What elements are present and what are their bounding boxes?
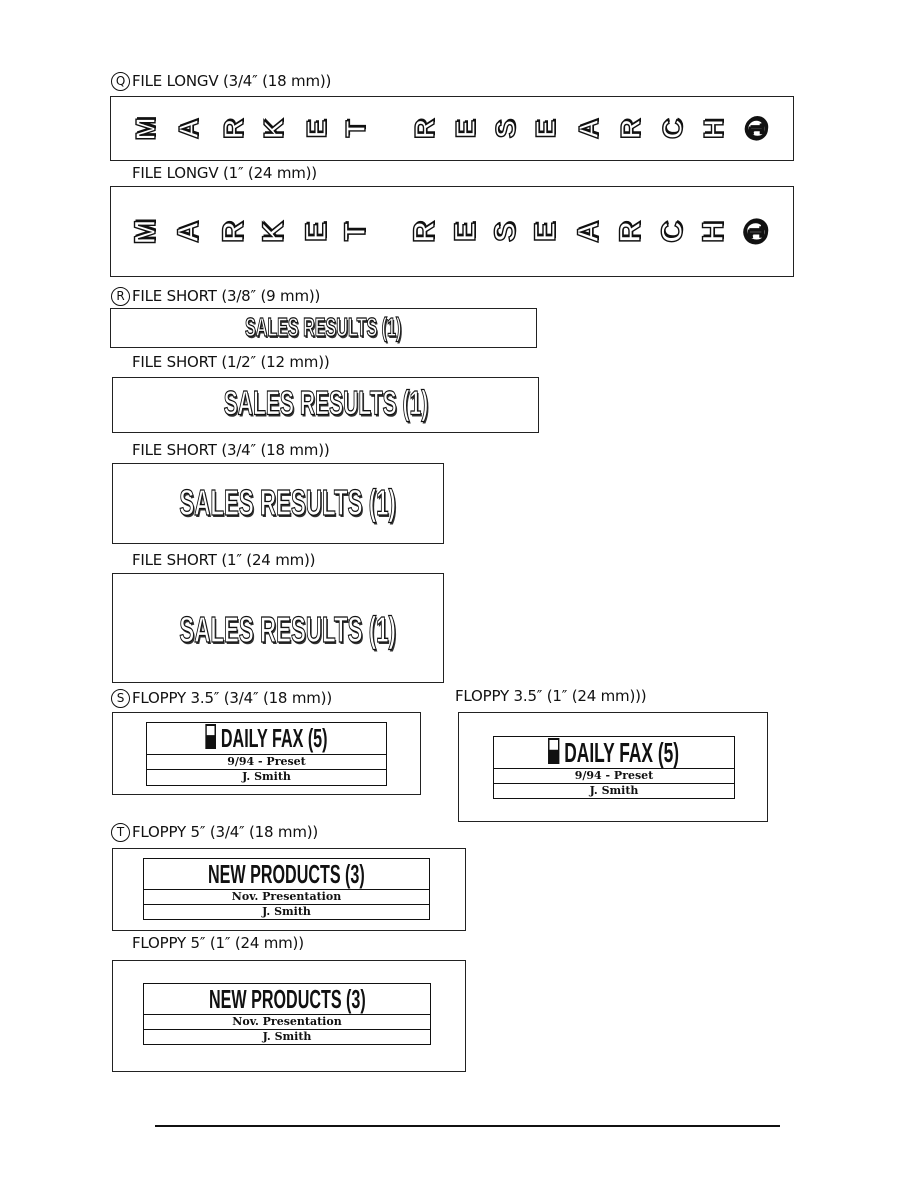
section-marker: S xyxy=(111,689,130,708)
label-text: SALES RESULTS (1) xyxy=(179,608,396,651)
heading-floppy5-24mm: FLOPPY 5″ (1″ (24 mm)) xyxy=(132,934,304,952)
floppy-label-frame: NEW PRODUCTS (3) Nov. Presentation J. Sm… xyxy=(143,983,431,1045)
floppy-label-line2: J. Smith xyxy=(147,769,386,784)
floppy-label-line1: Nov. Presentation xyxy=(232,1015,342,1028)
label-file-longv-18mm: MARKETRESEARCH① xyxy=(110,96,794,161)
vertical-letter: R xyxy=(614,118,646,140)
vertical-letter: E xyxy=(448,221,482,242)
floppy-label-title: DAILY FAX (5) xyxy=(494,737,734,769)
heading-text: FLOPPY 5″ (3/4″ (18 mm)) xyxy=(132,823,319,841)
label-floppy35-24mm: DAILY FAX (5) 9/94 - Preset J. Smith xyxy=(458,712,768,822)
vertical-letter: ① xyxy=(740,217,774,245)
vertical-letter: A xyxy=(171,220,205,243)
vertical-letter: R xyxy=(408,118,440,140)
vertical-letter: T xyxy=(339,119,371,138)
vertical-letter: E xyxy=(299,221,333,242)
section-marker: T xyxy=(111,823,130,842)
vertical-letter: A xyxy=(172,118,204,140)
label-file-short-12mm: SALES RESULTS (1) xyxy=(112,377,539,433)
vertical-letter: K xyxy=(257,118,289,140)
heading-file-short-24mm: FILE SHORT (1″ (24 mm)) xyxy=(132,551,316,569)
vertical-letter: T xyxy=(338,222,372,242)
floppy-label-line1: 9/94 - Preset xyxy=(574,769,654,782)
vertical-letter: E xyxy=(300,118,332,138)
section-marker: R xyxy=(111,287,130,306)
heading-text: FILE LONGV (3/4″ (18 mm)) xyxy=(132,72,332,90)
floppy-label-title: NEW PRODUCTS (3) xyxy=(144,984,430,1015)
heading-file-longv-18mm: Q FILE LONGV (3/4″ (18 mm)) xyxy=(111,72,331,91)
vertical-letter: R xyxy=(217,118,249,140)
floppy-label-frame: DAILY FAX (5) 9/94 - Preset J. Smith xyxy=(493,736,735,799)
heading-file-short-12mm: FILE SHORT (1/2″ (12 mm)) xyxy=(132,353,330,371)
vertical-letter: E xyxy=(528,221,562,242)
label-file-short-9mm: SALES RESULTS (1) xyxy=(110,308,537,348)
label-text: SALES RESULTS (1) xyxy=(245,311,402,342)
label-file-short-24mm: SALES RESULTS (1) xyxy=(112,573,444,683)
label-text: SALES RESULTS (1) xyxy=(223,384,428,423)
floppy-label-line1: Nov. Presentation xyxy=(231,890,342,903)
vertical-letter: R xyxy=(613,220,647,243)
floppy-label-frame: DAILY FAX (5) 9/94 - Preset J. Smith xyxy=(146,722,387,786)
floppy-label-frame: NEW PRODUCTS (3) Nov. Presentation J. Sm… xyxy=(143,858,430,920)
heading-text: FLOPPY 3.5″ (3/4″ (18 mm)) xyxy=(132,689,332,707)
label-file-longv-24mm: MARKETRESEARCH① xyxy=(110,186,794,277)
vertical-letter: M xyxy=(128,218,162,244)
label-floppy35-18mm: DAILY FAX (5) 9/94 - Preset J. Smith xyxy=(112,712,421,795)
heading-floppy35-18mm: S FLOPPY 3.5″ (3/4″ (18 mm)) xyxy=(111,689,332,708)
vertical-letter: M xyxy=(129,116,161,141)
floppy-label-title: NEW PRODUCTS (3) xyxy=(144,859,429,890)
label-floppy5-18mm: NEW PRODUCTS (3) Nov. Presentation J. Sm… xyxy=(112,848,466,931)
vertical-letter: S xyxy=(488,221,522,242)
heading-floppy5-18mm: T FLOPPY 5″ (3/4″ (18 mm)) xyxy=(111,823,318,842)
vertical-letter: E xyxy=(449,118,481,138)
section-marker: Q xyxy=(111,72,130,91)
vertical-letter: H xyxy=(697,118,729,140)
vertical-letter: R xyxy=(216,220,250,243)
vertical-letter: R xyxy=(407,220,441,243)
heading-file-short-9mm: R FILE SHORT (3/8″ (9 mm)) xyxy=(111,287,320,306)
vertical-letter: E xyxy=(529,118,561,138)
heading-floppy35-24mm: FLOPPY 3.5″ (1″ (24 mm))) xyxy=(455,687,647,705)
heading-file-longv-24mm: FILE LONGV (1″ (24 mm)) xyxy=(132,164,317,182)
floppy-label-line2: J. Smith xyxy=(144,1029,430,1044)
vertical-letter: ① xyxy=(741,115,773,142)
vertical-letter: C xyxy=(656,118,688,140)
manual-page: Q FILE LONGV (3/4″ (18 mm)) MARKETRESEARC… xyxy=(0,0,918,1188)
label-text: SALES RESULTS (1) xyxy=(179,481,396,523)
footer-rule xyxy=(155,1125,780,1127)
vertical-letter: H xyxy=(696,220,730,243)
label-file-short-18mm: SALES RESULTS (1) xyxy=(112,463,444,544)
vertical-letter: C xyxy=(655,220,689,243)
vertical-letter: K xyxy=(256,220,290,243)
vertical-letter: A xyxy=(572,118,604,140)
floppy-label-line1: 9/94 - Preset xyxy=(227,755,306,768)
floppy-label-line2: J. Smith xyxy=(494,783,734,798)
heading-file-short-18mm: FILE SHORT (3/4″ (18 mm)) xyxy=(132,441,330,459)
heading-text: FILE SHORT (3/8″ (9 mm)) xyxy=(132,287,321,305)
floppy-label-line2: J. Smith xyxy=(144,904,429,919)
vertical-letter: A xyxy=(571,220,605,243)
label-floppy5-24mm: NEW PRODUCTS (3) Nov. Presentation J. Sm… xyxy=(112,960,466,1072)
floppy-disk-icon xyxy=(548,737,560,764)
vertical-letter: S xyxy=(489,118,521,138)
floppy-disk-icon xyxy=(205,724,216,749)
floppy-label-title: DAILY FAX (5) xyxy=(147,723,386,755)
